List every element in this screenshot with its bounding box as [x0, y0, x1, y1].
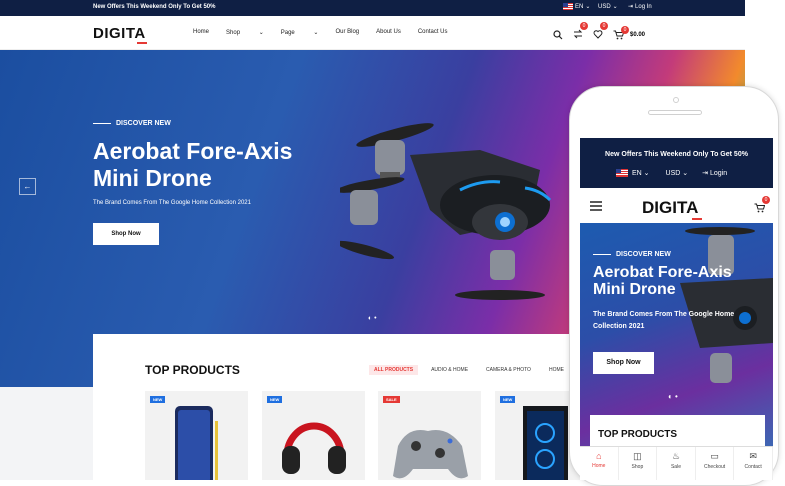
top-products-section: TOP PRODUCTS ALL PRODUCTS AUDIO & HOME C…	[93, 334, 598, 480]
drone-image	[680, 227, 773, 383]
phone-camera	[673, 97, 679, 103]
product-tabs: ALL PRODUCTS AUDIO & HOME CAMERA & PHOTO…	[369, 365, 569, 375]
chevron-down-icon: ⌄	[612, 4, 618, 10]
bag-icon: ◫	[633, 451, 642, 461]
bottom-nav-home[interactable]: ⌂ Home	[580, 447, 619, 480]
mobile-logo[interactable]: DIGITA	[642, 198, 702, 220]
section-title: TOP PRODUCTS	[145, 363, 240, 377]
mobile-currency-selector[interactable]: USD ⌄	[666, 169, 689, 177]
cart-button[interactable]: 0 $0.00	[613, 26, 646, 40]
mobile-hero-title: Aerobat Fore-Axis Mini Drone	[593, 264, 732, 298]
flame-icon: ♨	[671, 451, 681, 461]
nav-home[interactable]: Home	[193, 29, 209, 36]
mail-icon: ✉	[749, 451, 757, 461]
folder-icon: ▭	[710, 451, 719, 461]
mobile-hero-subtitle: The Brand Comes From The Google Home Col…	[593, 311, 735, 330]
login-icon: ⇥	[702, 170, 709, 177]
slider-dots[interactable]: ◐ •	[368, 315, 377, 322]
tab-all-products[interactable]: ALL PRODUCTS	[369, 365, 419, 375]
search-icon[interactable]	[553, 30, 563, 40]
wishlist-button[interactable]: 0	[593, 22, 608, 44]
tab-home[interactable]: HOME	[544, 365, 569, 375]
product-card[interactable]: NEW	[145, 391, 248, 480]
tab-audio-home[interactable]: AUDIO & HOME	[426, 365, 473, 375]
hero-title: Aerobat Fore-Axis Mini Drone	[93, 138, 293, 191]
main-nav: Home Shop ⌄ Page ⌄ Our Blog About Us Con…	[193, 29, 465, 36]
bottom-nav-shop[interactable]: ◫ Shop	[619, 447, 658, 480]
mobile-section-title: TOP PRODUCTS	[598, 429, 678, 440]
announcement-bar: New Offers This Weekend Only To Get 50% …	[0, 0, 745, 16]
language-selector[interactable]: EN ⌄	[563, 3, 590, 10]
menu-icon[interactable]	[590, 201, 602, 211]
new-badge: NEW	[150, 396, 166, 403]
nav-page[interactable]: Page ⌄	[281, 29, 319, 36]
nav-blog[interactable]: Our Blog	[335, 29, 359, 36]
site-logo[interactable]: DIGITA	[93, 25, 147, 44]
mobile-announcement-bar: New Offers This Weekend Only To Get 50% …	[580, 138, 773, 188]
login-link[interactable]: ⇥ Log In	[628, 3, 652, 11]
hero-eyebrow: DISCOVER NEW	[93, 120, 171, 127]
site-header: DIGITA Home Shop ⌄ Page ⌄ Our Blog About…	[0, 16, 745, 50]
login-icon: ⇥	[628, 4, 634, 10]
headphones-image	[282, 422, 346, 474]
heart-icon	[593, 30, 603, 39]
prev-slide-arrow[interactable]: ←	[19, 178, 36, 195]
product-card[interactable]: NEW	[262, 391, 365, 480]
compare-button[interactable]: 0	[573, 22, 588, 44]
smartphone-image	[175, 406, 218, 480]
gamepad-image	[393, 430, 468, 479]
mobile-header: DIGITA 0	[580, 188, 773, 223]
hero-subtitle: The Brand Comes From The Google Home Col…	[93, 200, 251, 206]
mobile-offer-text: New Offers This Weekend Only To Get 50%	[605, 151, 748, 158]
nav-about[interactable]: About Us	[376, 29, 401, 36]
chevron-down-icon: ⌄	[585, 4, 591, 10]
new-badge: NEW	[500, 396, 516, 403]
mobile-language-selector[interactable]: EN ⌄	[632, 169, 650, 177]
bottom-nav-sale[interactable]: ♨ Sale	[657, 447, 696, 480]
nav-shop[interactable]: Shop ⌄	[226, 29, 264, 36]
cart-total: $0.00	[630, 32, 646, 38]
bottom-nav-checkout[interactable]: ▭ Checkout	[696, 447, 735, 480]
home-icon: ⌂	[596, 451, 602, 461]
shop-now-button[interactable]: Shop Now	[93, 223, 159, 245]
tab-camera-photo[interactable]: CAMERA & PHOTO	[481, 365, 536, 375]
new-badge: NEW	[267, 396, 283, 403]
phone-speaker	[648, 110, 702, 115]
mobile-hero-eyebrow: DISCOVER NEW	[593, 251, 671, 258]
currency-selector[interactable]: USD ⌄	[598, 3, 618, 11]
us-flag-icon	[563, 3, 573, 10]
offer-text: New Offers This Weekend Only To Get 50%	[93, 4, 216, 10]
product-card[interactable]: SALE	[378, 391, 481, 480]
nav-contact[interactable]: Contact Us	[418, 29, 448, 36]
mobile-view: New Offers This Weekend Only To Get 50% …	[580, 138, 773, 480]
mobile-shop-now-button[interactable]: Shop Now	[593, 352, 654, 374]
header-actions: 0 0 0 $0.00	[553, 22, 646, 44]
mobile-top-controls: EN ⌄ USD ⌄ ⇥ Login	[616, 169, 727, 177]
us-flag-icon	[616, 169, 628, 177]
bottom-nav-contact[interactable]: ✉ Contact	[734, 447, 773, 480]
drone-image	[340, 123, 552, 300]
mobile-bottom-nav: ⌂ Home ◫ Shop ♨ Sale ▭ Checkout ✉ Contact	[580, 446, 773, 480]
mobile-login-link[interactable]: ⇥ Login	[702, 169, 727, 177]
mobile-cart-button[interactable]: 0	[754, 196, 770, 218]
cart-icon	[754, 203, 766, 213]
compare-icon	[573, 29, 583, 39]
sale-badge: SALE	[383, 396, 400, 403]
mobile-slider-dots[interactable]: ◐ •	[668, 392, 678, 401]
